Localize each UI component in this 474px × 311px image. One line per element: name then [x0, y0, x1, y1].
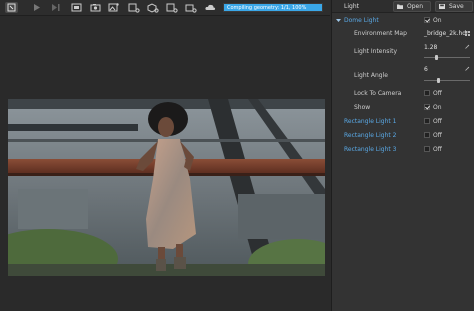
- frame-icon[interactable]: [70, 2, 83, 13]
- render-image-icon[interactable]: [107, 2, 120, 13]
- light-intensity-slider-track[interactable]: [424, 57, 470, 58]
- light-properties-panel: Light Open Save Dome Light On Environmen…: [331, 0, 474, 311]
- step-icon[interactable]: [49, 2, 62, 13]
- folder-icon: [397, 4, 403, 9]
- light-angle-row: Light Angle 6: [332, 66, 474, 84]
- cloud-render-icon[interactable]: [204, 2, 217, 13]
- open-button[interactable]: Open: [393, 1, 431, 12]
- rectangle-light-row[interactable]: Rectangle Light 1 Off: [332, 116, 474, 128]
- environment-map-row: Environment Map _bridge_2k.hdr: [332, 28, 474, 40]
- camera-icon[interactable]: [89, 2, 102, 13]
- light-intensity-row: Light Intensity 1.28: [332, 44, 474, 62]
- rectangle-light-label: Rectangle Light 1: [344, 118, 397, 125]
- rectangle-light-row[interactable]: Rectangle Light 3 Off: [332, 144, 474, 156]
- show-value: On: [433, 104, 442, 111]
- lock-to-camera-checkbox[interactable]: [424, 90, 430, 96]
- grid-icon[interactable]: [465, 31, 470, 36]
- rectangle-light-label: Rectangle Light 3: [344, 146, 397, 153]
- light-intensity-value[interactable]: 1.28: [424, 44, 437, 51]
- show-checkbox[interactable]: [424, 104, 430, 110]
- light-angle-label: Light Angle: [354, 72, 388, 79]
- show-label: Show: [354, 104, 371, 111]
- light-intensity-slider-handle[interactable]: [434, 55, 438, 60]
- scene-settings-icon[interactable]: [184, 2, 197, 13]
- compile-progress-bar: Compiling geometry: 1/1, 100%: [223, 3, 323, 12]
- dome-light-row[interactable]: Dome Light On: [332, 15, 474, 27]
- lock-to-camera-label: Lock To Camera: [354, 90, 402, 97]
- select-tool-icon[interactable]: [5, 2, 18, 13]
- dome-light-enabled-label: On: [433, 17, 442, 24]
- panel-header: Light Open Save: [332, 0, 474, 13]
- light-intensity-label: Light Intensity: [354, 48, 397, 55]
- save-button-label: Save: [449, 3, 464, 10]
- light-angle-slider-handle[interactable]: [436, 78, 440, 83]
- render-viewport[interactable]: [0, 16, 330, 311]
- light-angle-value[interactable]: 6: [424, 66, 428, 73]
- light-angle-slider-track[interactable]: [424, 80, 470, 81]
- eyedropper-icon[interactable]: [465, 44, 470, 49]
- environment-map-value[interactable]: _bridge_2k.hdr: [424, 30, 469, 37]
- eyedropper-icon[interactable]: [465, 66, 470, 71]
- dome-light-enabled-checkbox[interactable]: [424, 17, 430, 23]
- rectangle-light-checkbox[interactable]: [424, 132, 430, 138]
- save-button[interactable]: Save: [435, 1, 473, 12]
- rendered-scene-image[interactable]: [8, 99, 325, 276]
- light-settings-icon[interactable]: [127, 2, 140, 13]
- open-button-label: Open: [407, 3, 424, 10]
- collapse-arrow-icon[interactable]: [336, 18, 341, 23]
- rectangle-light-label: Rectangle Light 2: [344, 132, 397, 139]
- play-icon[interactable]: [30, 2, 43, 13]
- panel-title: Light: [344, 3, 359, 10]
- rectangle-light-row[interactable]: Rectangle Light 2 Off: [332, 130, 474, 142]
- progress-text: Compiling geometry: 1/1, 100%: [227, 5, 307, 11]
- dome-light-label: Dome Light: [344, 17, 379, 24]
- save-icon: [439, 4, 445, 9]
- lock-to-camera-row: Lock To Camera Off: [332, 88, 474, 100]
- show-row: Show On: [332, 102, 474, 114]
- object-settings-icon[interactable]: [146, 2, 159, 13]
- render-toolbar: Compiling geometry: 1/1, 100%: [0, 0, 330, 16]
- rectangle-light-checkbox[interactable]: [424, 118, 430, 124]
- lock-to-camera-value: Off: [433, 90, 442, 97]
- rectangle-light-checkbox[interactable]: [424, 146, 430, 152]
- rectangle-light-value: Off: [433, 118, 442, 125]
- rectangle-light-value: Off: [433, 132, 442, 139]
- material-settings-icon[interactable]: [165, 2, 178, 13]
- environment-map-label: Environment Map: [354, 30, 407, 37]
- rectangle-light-value: Off: [433, 146, 442, 153]
